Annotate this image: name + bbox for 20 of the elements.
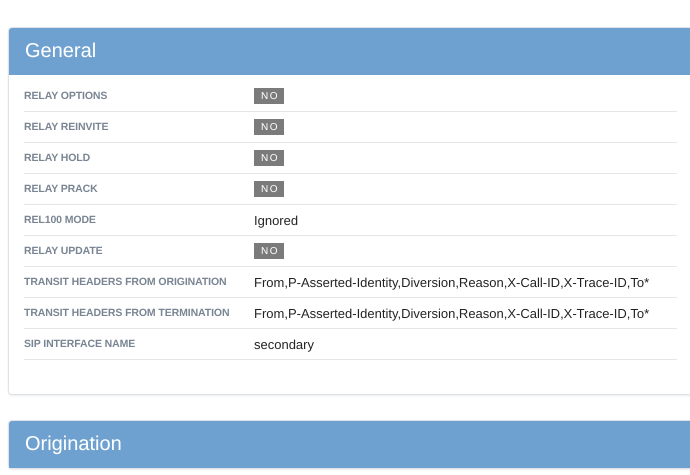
- panel-title: General: [25, 40, 96, 63]
- field-label: RELAY HOLD: [24, 152, 92, 164]
- panel-title: Origination: [25, 433, 122, 456]
- status-badge: NO: [254, 243, 284, 259]
- field-label: RELAY PRACK: [24, 183, 99, 195]
- field-label: RELAY OPTIONS: [24, 90, 108, 102]
- field-label: RELAY REINVITE: [24, 121, 110, 133]
- field-value: Ignored: [254, 212, 298, 228]
- field-value: From,P-Asserted-Identity,Diversion,Reason,X-Call-ID,X-Trace-ID,To*: [254, 306, 650, 320]
- status-badge: NO: [254, 119, 284, 135]
- field-value: From,P-Asserted-Identity,Diversion,Reason,X-Call-ID,X-Trace-ID,To*: [254, 274, 650, 290]
- status-badge: NO: [254, 150, 284, 166]
- field-label: RELAY UPDATE: [24, 245, 104, 257]
- field-label: TRANSIT HEADERS FROM ORIGINATION: [24, 276, 228, 288]
- field-value: secondary: [254, 336, 314, 352]
- status-badge: NO: [254, 88, 284, 104]
- field-label: REL100 MODE: [24, 214, 97, 226]
- status-badge: NO: [254, 181, 284, 197]
- field-label: TRANSIT HEADERS FROM TERMINATION: [24, 307, 230, 319]
- field-label: SIP INTERFACE NAME: [24, 338, 136, 350]
